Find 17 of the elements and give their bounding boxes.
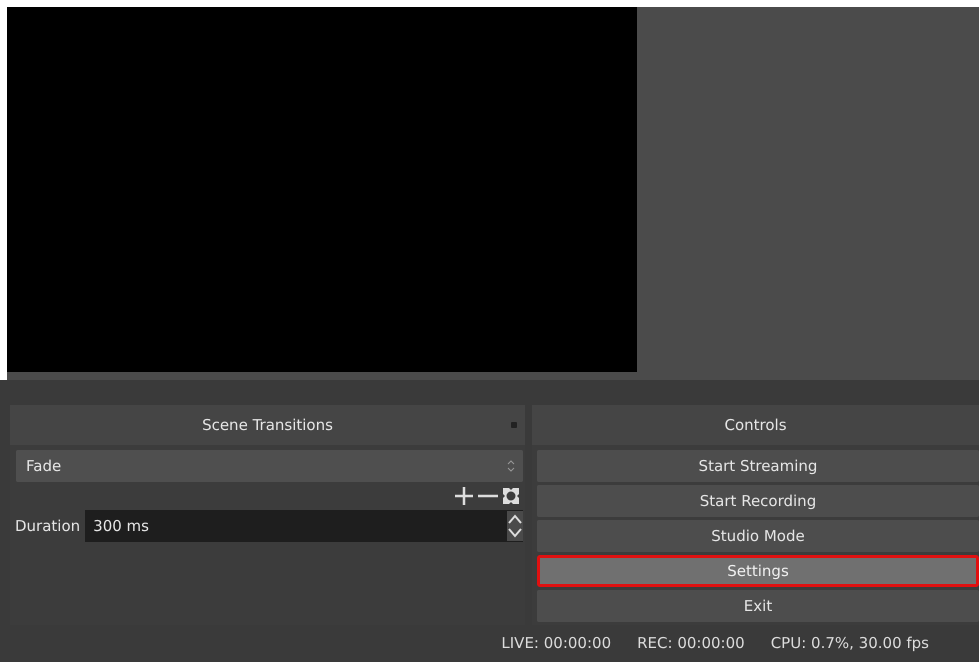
spinner-icon xyxy=(507,460,515,472)
duration-field[interactable]: 300 ms xyxy=(85,510,523,542)
duration-label: Duration xyxy=(14,516,82,537)
panel-title: Scene Transitions xyxy=(202,414,333,436)
live-status: LIVE: 00:00:00 xyxy=(501,633,612,654)
add-icon[interactable] xyxy=(453,485,475,507)
panel-title: Controls xyxy=(724,414,787,436)
cpu-status: CPU: 0.7%, 30.00 fps xyxy=(770,633,929,654)
control-button[interactable]: Start Streaming xyxy=(537,450,979,482)
transition-dropdown[interactable]: Fade xyxy=(16,450,523,482)
control-button[interactable]: Settings xyxy=(537,555,979,587)
rec-status: REC: 00:00:00 xyxy=(637,633,745,654)
control-button[interactable]: Start Recording xyxy=(537,485,979,517)
control-button[interactable]: Studio Mode xyxy=(537,520,979,552)
spinner-icon[interactable] xyxy=(507,511,523,541)
control-button[interactable]: Exit xyxy=(537,590,979,622)
settings-icon[interactable] xyxy=(501,486,521,506)
